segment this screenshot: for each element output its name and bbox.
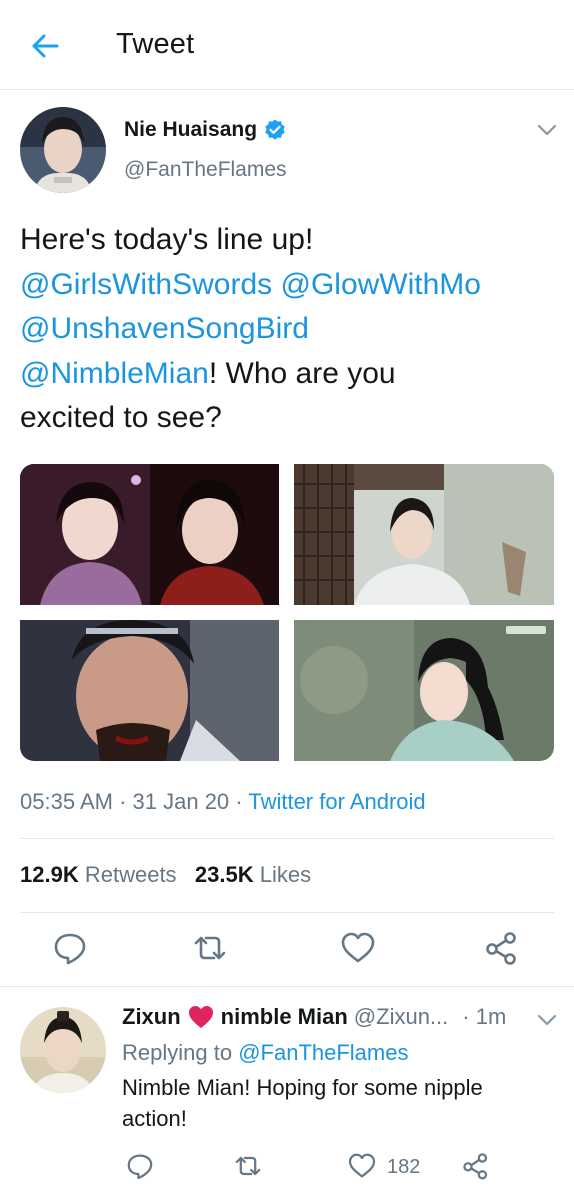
page-title: Tweet — [116, 28, 195, 60]
tweet-text-line: Here's today's line up! — [20, 223, 314, 256]
reply-name-part[interactable]: nimble Mian — [221, 1004, 348, 1030]
author-handle[interactable]: @FanTheFlames — [124, 158, 287, 182]
back-button[interactable] — [26, 26, 66, 66]
reply-reply-button[interactable] — [124, 1150, 156, 1182]
reply-time: · 1m — [462, 1004, 507, 1029]
comment-icon — [54, 933, 86, 965]
retweet-button[interactable] — [190, 928, 230, 968]
share-button[interactable] — [482, 928, 522, 968]
replying-to-link[interactable]: @FanTheFlames — [238, 1040, 408, 1065]
tweet-text-fragment: ! Who are you — [208, 356, 396, 390]
author-name-text: Nie Huaisang — [124, 118, 258, 141]
likes-count: 23.5K — [194, 862, 254, 887]
retweets-count: 12.9K — [20, 862, 79, 887]
reply-avatar[interactable] — [20, 1007, 106, 1093]
tweet-date: 31 Jan 20 — [132, 789, 230, 814]
photo-thumbnail[interactable] — [294, 620, 554, 761]
tweet-timestamp: 05:35 AM · 31 Jan 20 · Twitter for Andro… — [20, 789, 426, 815]
likes-stat[interactable]: 23.5K Likes — [195, 862, 311, 887]
heart-icon — [341, 932, 375, 963]
media-grid — [20, 464, 554, 761]
tweet-source-link[interactable]: Twitter for Android — [248, 789, 425, 814]
reply-button[interactable] — [50, 928, 90, 968]
meta-separator: · — [235, 789, 243, 814]
retweet-icon — [194, 936, 226, 960]
retweets-label: Retweets — [84, 862, 177, 887]
share-icon — [486, 932, 516, 965]
author-avatar[interactable] — [20, 107, 106, 193]
reply-retweet-button[interactable] — [232, 1150, 264, 1182]
photo-thumbnail[interactable] — [20, 620, 279, 761]
retweets-stat[interactable]: 12.9K Retweets — [20, 862, 177, 887]
chevron-down-icon — [537, 124, 557, 136]
comment-icon — [127, 1154, 153, 1180]
verified-badge-icon — [265, 119, 285, 140]
meta-separator: · — [119, 789, 127, 814]
mention-link[interactable]: @GlowWithMo — [281, 268, 481, 301]
reply-name-part[interactable]: Zixun — [122, 1004, 181, 1030]
divider — [20, 838, 554, 839]
reply-like-button[interactable] — [346, 1150, 378, 1182]
photo-thumbnail[interactable] — [294, 464, 554, 605]
tweet-text-line: excited to see? — [20, 401, 222, 434]
arrow-left-icon — [32, 34, 59, 58]
chevron-down-icon — [537, 1014, 557, 1026]
reply-like-count: 182 — [387, 1156, 421, 1178]
share-icon — [463, 1153, 488, 1180]
like-button[interactable] — [338, 928, 378, 968]
retweet-icon — [235, 1156, 261, 1176]
tweet-stats: 12.9K Retweets 23.5K Likes — [20, 862, 311, 888]
section-divider — [0, 986, 574, 987]
reply-header: Zixun nimble Mian @Zixun... · 1m — [122, 1004, 506, 1030]
likes-label: Likes — [259, 862, 312, 887]
top-bar: Tweet — [0, 0, 574, 90]
author-display-name[interactable]: Nie Huaisang — [124, 118, 287, 142]
more-options-button[interactable] — [536, 122, 558, 138]
reply-more-button[interactable] — [536, 1012, 558, 1028]
replying-prefix: Replying to — [122, 1040, 233, 1065]
tweet-text: Here's today's line up! @GirlsWithSwords… — [20, 218, 560, 441]
red-heart-emoji-icon — [188, 1006, 213, 1028]
photo-thumbnail[interactable] — [20, 464, 279, 605]
reply-handle[interactable]: @Zixun... — [354, 1004, 448, 1030]
mention-link[interactable]: @NimbleMian — [20, 357, 209, 390]
reply-text: Nimble Mian! Hoping for some nipple acti… — [122, 1075, 483, 1131]
mention-link[interactable]: @UnshavenSongBird — [20, 312, 309, 345]
divider — [20, 912, 554, 913]
mention-link[interactable]: @GirlsWithSwords — [20, 268, 272, 301]
tweet-time: 05:35 AM — [20, 789, 113, 814]
heart-icon — [348, 1153, 376, 1178]
replying-to: Replying to @FanTheFlames — [122, 1040, 408, 1066]
reply-share-button[interactable] — [460, 1150, 492, 1182]
